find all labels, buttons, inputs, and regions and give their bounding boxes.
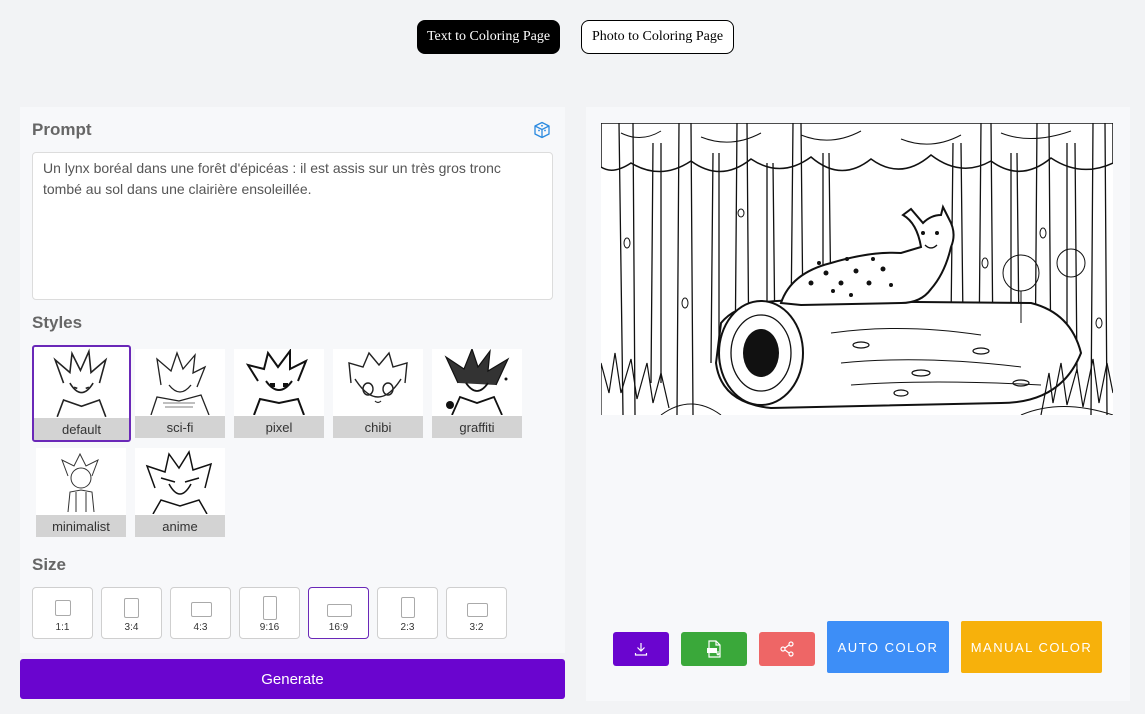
cube-icon[interactable] [533,121,551,139]
mode-tabs: Text to Coloring Page Photo to Coloring … [0,20,1145,54]
graffiti-style-thumbnail [444,349,510,415]
size-option-3-4[interactable]: 3:4 [101,587,162,639]
wide-shape-icon [327,604,352,617]
styles-label: Styles [32,313,83,332]
prompt-input[interactable]: Un lynx boréal dans une forêt d'épicéas … [32,152,553,300]
style-label-minimalist: minimalist [36,515,126,537]
size-label: Size [32,555,67,574]
generate-button[interactable]: Generate [20,659,565,699]
style-card-anime[interactable]: anime [135,448,225,537]
chibi-style-thumbnail [348,351,408,404]
anime-style-thumbnail [145,450,213,514]
default-style-thumbnail [53,348,108,417]
tab-text-to-coloring-page[interactable]: Text to Coloring Page [417,20,560,54]
settings-panel: Prompt Un lynx boréal dans une forêt d'é… [20,107,565,653]
generated-coloring-image [601,123,1113,415]
minimalist-style-thumbnail [61,452,99,513]
size-option-3-2[interactable]: 3:2 [446,587,507,639]
size-option-label: 3:4 [124,622,139,633]
size-option-1-1[interactable]: 1:1 [32,587,93,639]
style-card-sci-fi[interactable]: sci-fi [135,349,225,438]
manual-color-button[interactable]: MANUAL COLOR [961,621,1102,673]
pdf-button[interactable] [681,632,747,666]
style-card-chibi[interactable]: chibi [333,349,423,438]
style-label-sci-fi: sci-fi [135,416,225,438]
download-button[interactable] [613,632,669,666]
sci-fi-style-thumbnail [150,351,210,415]
tall-shape-icon [263,596,277,620]
tab-photo-to-coloring-page[interactable]: Photo to Coloring Page [581,20,734,54]
size-option-label: 9:16 [259,622,280,633]
square-shape-icon [55,600,71,616]
style-card-minimalist[interactable]: minimalist [36,448,126,537]
size-option-2-3[interactable]: 2:3 [377,587,438,639]
pdf-icon [707,640,721,658]
size-option-16-9[interactable]: 16:9 [308,587,369,639]
size-option-label: 4:3 [193,622,208,633]
size-option-label: 16:9 [328,622,349,633]
style-label-default: default [34,418,129,440]
result-panel: AUTO COLOR MANUAL COLOR [586,107,1130,701]
style-card-pixel[interactable]: pixel [234,349,324,438]
pixel-style-thumbnail [245,349,308,415]
size-option-label: 1:1 [55,622,70,633]
portrait-shape-icon [124,598,139,618]
size-option-9-16[interactable]: 9:16 [239,587,300,639]
style-label-anime: anime [135,515,225,537]
share-icon [780,641,794,657]
size-option-4-3[interactable]: 4:3 [170,587,231,639]
landscape-shape-icon [191,602,212,617]
style-card-graffiti[interactable]: graffiti [432,349,522,438]
size-option-label: 2:3 [400,622,415,633]
style-card-default[interactable]: default [32,345,131,442]
size-option-label: 3:2 [469,622,484,633]
auto-color-button[interactable]: AUTO COLOR [827,621,949,673]
prompt-label: Prompt [32,120,92,139]
style-label-chibi: chibi [333,416,423,438]
lynx-forest-line-art [601,123,1113,415]
style-label-graffiti: graffiti [432,416,522,438]
share-button[interactable] [759,632,815,666]
landscape-shape-icon [467,603,488,617]
download-icon [634,643,648,656]
style-label-pixel: pixel [234,416,324,438]
portrait-shape-icon [401,597,415,618]
